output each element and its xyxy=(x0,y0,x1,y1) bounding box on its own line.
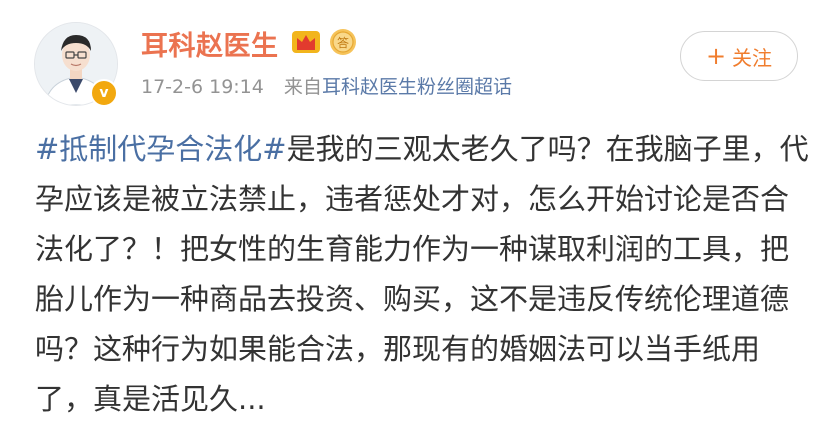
source-prefix: 来自 xyxy=(283,76,322,98)
crown-icon[interactable] xyxy=(291,30,321,54)
post-meta: 17-2-6 19:14 来自耳科赵医生粉丝圈超话 xyxy=(141,72,512,99)
follow-button[interactable]: + 关注 xyxy=(680,31,798,81)
hashtag-link[interactable]: #抵制代孕合法化# xyxy=(35,132,287,166)
post-text: 是我的三观太老久了吗？在我脑子里，代孕应该是被立法禁止，违者惩处才对，怎么开始讨… xyxy=(35,132,809,416)
follow-label: 关注 xyxy=(732,45,773,70)
verified-v-icon: v xyxy=(90,79,118,107)
plus-icon: + xyxy=(705,42,727,70)
source-link[interactable]: 耳科赵医生粉丝圈超话 xyxy=(322,76,512,98)
medal-icon[interactable]: 答 xyxy=(329,28,357,56)
post-time: 17-2-6 19:14 xyxy=(141,76,264,98)
post-content: #抵制代孕合法化#是我的三观太老久了吗？在我脑子里，代孕应该是被立法禁止，违者惩… xyxy=(35,124,810,424)
username[interactable]: 耳科赵医生 xyxy=(141,24,279,63)
medal-label: 答 xyxy=(337,35,349,50)
